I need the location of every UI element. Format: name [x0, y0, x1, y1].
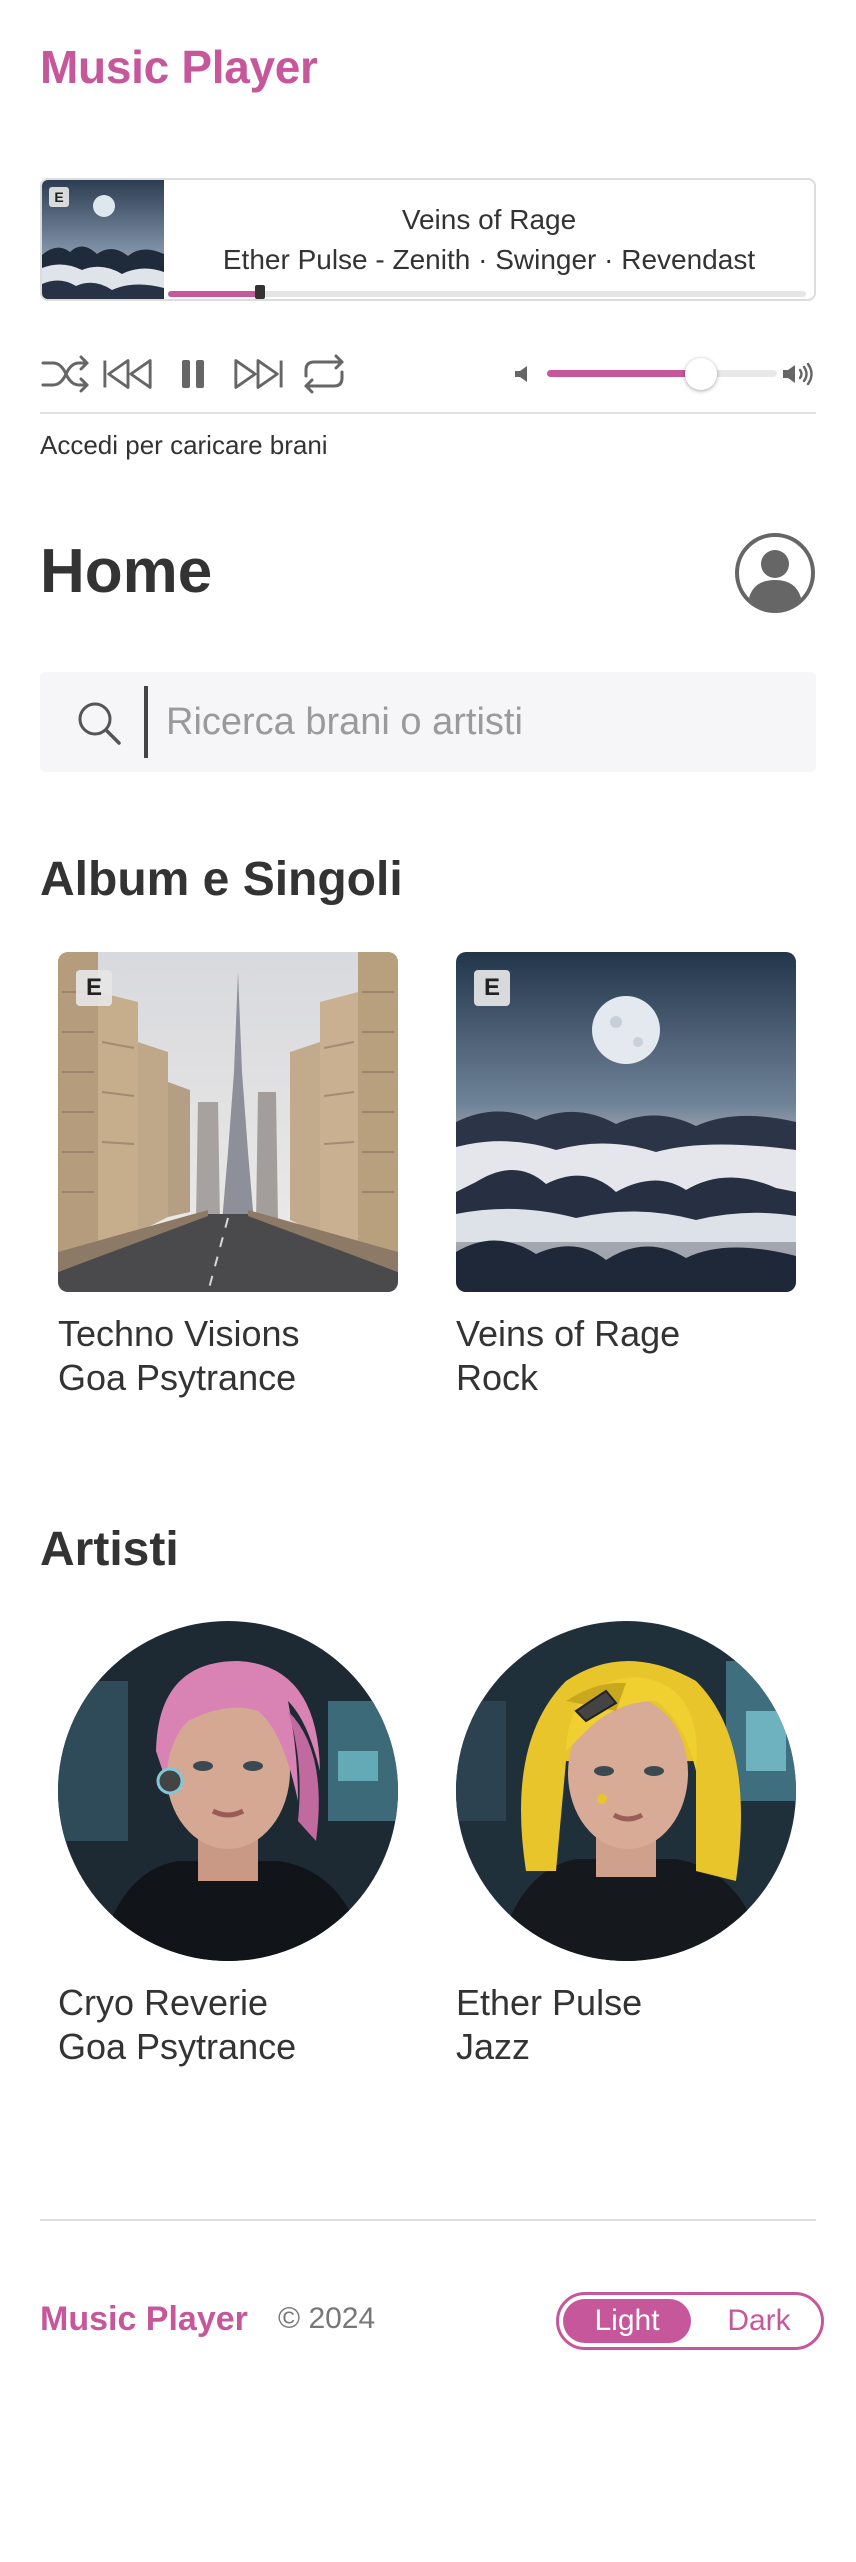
album-card[interactable]: E Veins of Rage Rock	[456, 952, 796, 1400]
theme-toggle[interactable]: Light Dark	[556, 2292, 824, 2350]
progress-handle[interactable]	[255, 285, 266, 299]
artist-genre: Goa Psytrance	[58, 2026, 297, 2067]
divider	[40, 412, 816, 414]
theme-light-option[interactable]: Light	[563, 2299, 691, 2343]
now-playing-cover: E	[42, 180, 164, 299]
progress-bar[interactable]	[168, 285, 806, 299]
explicit-badge: E	[49, 187, 69, 207]
search-bar	[40, 672, 816, 772]
theme-dark-option[interactable]: Dark	[699, 2299, 819, 2343]
now-playing-title: Veins of Rage	[401, 204, 577, 235]
now-playing-card[interactable]: E Veins of Rage Ether Pulse - Zenith · S…	[40, 178, 816, 301]
volume-fill	[547, 370, 702, 377]
volume-control	[40, 350, 816, 398]
app-title: Music Player	[40, 41, 318, 93]
volume-low-icon[interactable]	[514, 364, 532, 384]
artists-section-title: Artisti	[40, 1523, 179, 1576]
page-title: Home	[40, 537, 213, 606]
explicit-badge: E	[76, 970, 112, 1006]
album-genre: Rock	[456, 1357, 539, 1398]
user-icon	[735, 533, 815, 613]
artist-photo	[58, 1621, 398, 1961]
volume-slider[interactable]	[547, 358, 777, 390]
progress-fill	[168, 291, 258, 297]
playback-controls	[40, 350, 816, 398]
explicit-badge: E	[474, 970, 510, 1006]
album-card[interactable]: E Techno Visions Goa Psytrance	[58, 952, 398, 1400]
volume-high-icon[interactable]	[782, 362, 816, 386]
albums-section-title: Album e Singoli	[40, 853, 403, 906]
footer-brand: Music Player	[40, 2300, 248, 2338]
artist-name: Cryo Reverie	[58, 1982, 269, 2023]
album-cover: E	[58, 952, 398, 1292]
album-cover: E	[456, 952, 796, 1292]
artist-name: Ether Pulse	[456, 1982, 643, 2023]
artist-card[interactable]: Cryo Reverie Goa Psytrance	[58, 1621, 398, 2069]
album-genre: Goa Psytrance	[58, 1357, 297, 1398]
artist-genre: Jazz	[456, 2026, 531, 2067]
artist-photo	[456, 1621, 796, 1961]
login-hint: Accedi per caricare brani	[40, 430, 328, 460]
now-playing-artists: Ether Pulse - Zenith · Swinger · Revenda…	[222, 244, 756, 275]
footer-copyright: © 2024	[278, 2302, 376, 2335]
album-title: Techno Visions	[58, 1313, 300, 1354]
search-icon[interactable]	[76, 700, 122, 746]
search-input[interactable]	[166, 692, 786, 752]
footer-divider	[40, 2219, 816, 2221]
search-caret	[144, 686, 148, 758]
album-title: Veins of Rage	[456, 1313, 681, 1354]
volume-handle[interactable]	[685, 358, 718, 390]
artist-card[interactable]: Ether Pulse Jazz	[456, 1621, 796, 2069]
user-avatar-button[interactable]	[734, 532, 816, 614]
